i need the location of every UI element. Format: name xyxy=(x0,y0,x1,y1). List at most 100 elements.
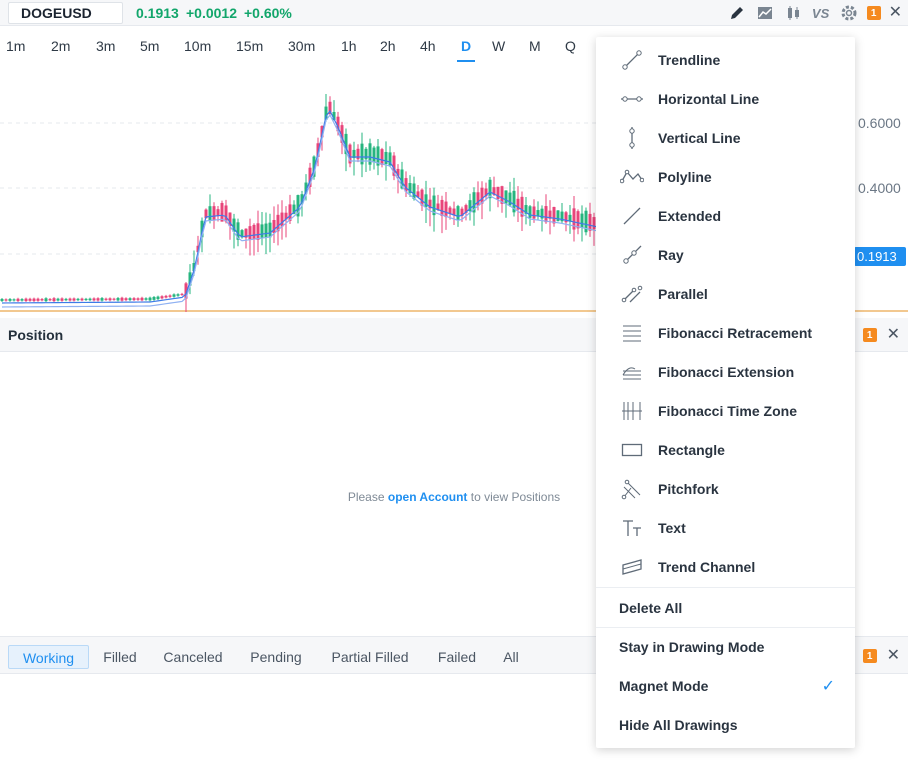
menu-item-label: Trend Channel xyxy=(658,558,756,575)
candle-body xyxy=(68,298,72,301)
menu-item-polyline[interactable]: Polyline xyxy=(596,157,855,196)
close-icon[interactable]: ✕ xyxy=(889,5,902,21)
candles xyxy=(0,93,600,312)
menu-item-label: Magnet Mode xyxy=(619,677,709,694)
candle-body xyxy=(4,299,8,301)
menu-item-horizontal-line[interactable]: Horizontal Line xyxy=(596,79,855,118)
candle-body xyxy=(144,298,148,300)
notification-badge[interactable]: 1 xyxy=(862,649,877,663)
open-account-link[interactable]: open Account xyxy=(388,490,468,504)
candle-body xyxy=(440,199,444,217)
candle-body xyxy=(80,298,84,301)
menu-item-ray[interactable]: Ray xyxy=(596,235,855,274)
menu-item-text[interactable]: Text xyxy=(596,508,855,547)
menu-item-stay-in-drawing-mode[interactable]: Stay in Drawing Mode xyxy=(596,627,855,666)
compare-vs-icon[interactable]: VS xyxy=(811,3,831,23)
menu-item-fibonacci-time-zone[interactable]: Fibonacci Time Zone xyxy=(596,391,855,430)
toolbar-icons: VS 1 ✕ xyxy=(727,3,902,23)
polyline-icon xyxy=(620,165,644,189)
symbol-input[interactable]: DOGEUSD xyxy=(8,2,123,24)
notification-badge[interactable]: 1 xyxy=(866,6,881,20)
timeframe-4h[interactable]: 4h xyxy=(420,28,436,62)
menu-item-trend-channel[interactable]: Trend Channel xyxy=(596,547,855,586)
gear-icon[interactable] xyxy=(839,3,859,23)
candle-body xyxy=(496,186,500,200)
candle-body xyxy=(12,299,16,301)
candle-body xyxy=(212,206,216,221)
menu-item-fibonacci-retracement[interactable]: Fibonacci Retracement xyxy=(596,313,855,352)
ray-icon xyxy=(620,243,644,267)
menu-item-rectangle[interactable]: Rectangle xyxy=(596,430,855,469)
close-icon[interactable]: ✕ xyxy=(887,327,900,343)
candle-body xyxy=(104,298,108,300)
tab-working[interactable]: Working xyxy=(8,645,89,669)
text-icon xyxy=(620,516,644,540)
horizontal-line-icon xyxy=(620,87,644,111)
timeframe-30m[interactable]: 30m xyxy=(288,28,315,62)
menu-item-magnet-mode[interactable]: Magnet Mode ✓ xyxy=(596,666,855,705)
candle-body xyxy=(124,298,128,301)
candlestick-icon[interactable] xyxy=(783,3,803,23)
timeframe-3m[interactable]: 3m xyxy=(96,28,115,62)
menu-item-vertical-line[interactable]: Vertical Line xyxy=(596,118,855,157)
menu-item-label: Fibonacci Extension xyxy=(658,363,795,380)
timeframe-1m[interactable]: 1m xyxy=(6,28,25,62)
pencil-icon[interactable] xyxy=(727,3,747,23)
candle-body xyxy=(532,206,536,219)
menu-item-label: Hide All Drawings xyxy=(619,716,738,733)
timeframe-1h[interactable]: 1h xyxy=(341,28,357,62)
candle-body xyxy=(92,298,96,301)
timeframe-q[interactable]: Q xyxy=(565,28,576,62)
menu-item-delete-all[interactable]: Delete All xyxy=(596,588,855,627)
notification-badge[interactable]: 1 xyxy=(862,328,877,342)
tab-pending[interactable]: Pending xyxy=(244,645,308,669)
candle-body xyxy=(268,222,272,238)
menu-item-pitchfork[interactable]: Pitchfork xyxy=(596,469,855,508)
menu-item-hide-all-drawings[interactable]: Hide All Drawings xyxy=(596,705,855,744)
candle-body xyxy=(508,192,512,206)
menu-item-parallel[interactable]: Parallel xyxy=(596,274,855,313)
tab-filled[interactable]: Filled xyxy=(98,645,142,669)
candle-body xyxy=(120,297,124,301)
candle-body xyxy=(180,293,184,295)
candle-body xyxy=(116,298,120,301)
candle-body xyxy=(476,192,480,206)
candle-body xyxy=(280,212,284,227)
candle-body xyxy=(64,298,68,301)
tab-all[interactable]: All xyxy=(498,645,524,669)
candle-body xyxy=(44,298,48,302)
timeframe-15m[interactable]: 15m xyxy=(236,28,263,62)
tab-canceled[interactable]: Canceled xyxy=(158,645,228,669)
close-icon[interactable]: ✕ xyxy=(887,648,900,664)
chart-area-icon[interactable] xyxy=(755,3,775,23)
parallel-icon xyxy=(620,282,644,306)
timeframe-d[interactable]: D xyxy=(457,28,475,62)
timeframe-m[interactable]: M xyxy=(529,28,541,62)
tab-failed[interactable]: Failed xyxy=(432,645,482,669)
candle-body xyxy=(140,297,144,301)
moving-average-line xyxy=(1,109,599,304)
menu-item-trendline[interactable]: Trendline xyxy=(596,40,855,79)
candle-body xyxy=(380,149,384,165)
candle-body xyxy=(8,298,12,301)
candle-body xyxy=(128,298,132,301)
moving-average-line xyxy=(1,113,599,308)
message-text: to view Positions xyxy=(470,490,561,504)
timeframe-2m[interactable]: 2m xyxy=(51,28,70,62)
price-axis-label: 0.4000 xyxy=(858,180,901,196)
candle-body xyxy=(576,211,580,229)
menu-item-extended[interactable]: Extended xyxy=(596,196,855,235)
menu-item-fibonacci-extension[interactable]: Fibonacci Extension xyxy=(596,352,855,391)
tab-partial-filled[interactable]: Partial Filled xyxy=(324,645,416,669)
timeframe-w[interactable]: W xyxy=(492,28,505,62)
candle-body xyxy=(544,206,548,223)
candle-body xyxy=(208,206,212,221)
candle-body xyxy=(588,213,592,231)
timeframe-2h[interactable]: 2h xyxy=(380,28,396,62)
candle-body xyxy=(412,183,416,199)
timeframe-10m[interactable]: 10m xyxy=(184,28,211,62)
timeframe-5m[interactable]: 5m xyxy=(140,28,159,62)
position-title: Position xyxy=(8,327,64,343)
candle-body xyxy=(84,298,88,301)
candle-body xyxy=(156,296,160,300)
